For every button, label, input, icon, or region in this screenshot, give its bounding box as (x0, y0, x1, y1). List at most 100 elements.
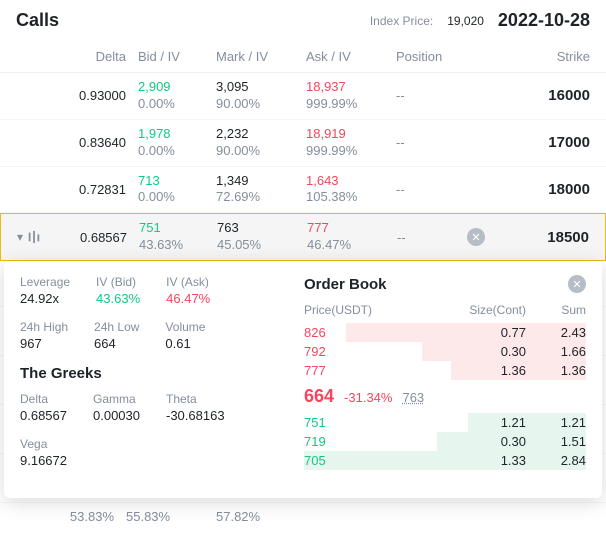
ob-size: 0.30 (384, 344, 526, 359)
col-position[interactable]: Position (396, 49, 466, 64)
ob-sum: 1.66 (526, 344, 586, 359)
chevron-down-icon[interactable]: ▾ (17, 230, 23, 244)
ob-mid-change: -31.34% (344, 390, 392, 405)
ob-sum: 1.51 (526, 434, 586, 449)
row-strike: 17000 (466, 134, 590, 151)
detail-panel: Leverage 24.92x IV (Bid) 43.63% IV (Ask)… (4, 261, 602, 498)
ob-price: 705 (304, 453, 384, 468)
ask-iv: 46.47% (307, 237, 397, 254)
ob-size: 0.77 (384, 325, 526, 340)
order-book: Order Book ✕ Price(USDT) Size(Cont) Sum … (304, 275, 586, 482)
ask-price[interactable]: 1,643 (306, 173, 396, 190)
ob-col-price: Price(USDT) (304, 303, 384, 317)
greek-vega-value: 9.16672 (20, 453, 67, 468)
col-strike[interactable]: Strike (466, 49, 590, 64)
mark-price: 3,095 (216, 79, 306, 96)
ob-sum: 1.21 (526, 415, 586, 430)
ob-col-sum: Sum (526, 303, 586, 317)
option-row[interactable]: 0.836401,9780.00%2,23290.00%18,919999.99… (0, 120, 606, 167)
close-icon[interactable]: ✕ (467, 228, 485, 246)
index-price-label: Index Price: (370, 14, 433, 28)
faded-v3: 57.82% (216, 509, 306, 524)
ask-price[interactable]: 18,919 (306, 126, 396, 143)
ob-sum: 1.36 (526, 363, 586, 378)
mark-price: 1,349 (216, 173, 306, 190)
bid-iv: 0.00% (138, 96, 216, 113)
leverage-value: 24.92x (20, 291, 70, 306)
row-delta: 0.68567 (47, 230, 127, 245)
col-delta[interactable]: Delta (46, 49, 126, 64)
mark-price: 763 (217, 220, 307, 237)
mark-iv: 90.00% (216, 143, 306, 160)
ob-size: 1.21 (384, 415, 526, 430)
mark-iv: 90.00% (216, 96, 306, 113)
low-label: 24h Low (94, 320, 139, 334)
faded-v2: 55.83% (126, 509, 216, 524)
ask-iv: 999.99% (306, 143, 396, 160)
faded-v1: 53.83% (16, 509, 126, 524)
high-label: 24h High (20, 320, 68, 334)
row-delta: 0.72831 (46, 182, 126, 197)
ob-bid-row[interactable]: 7190.301.51 (304, 432, 586, 451)
ob-mid-price: 664 (304, 386, 334, 407)
option-row[interactable]: 0.728317130.00%1,34972.69%1,643105.38%--… (0, 167, 606, 214)
close-icon[interactable]: ✕ (568, 275, 586, 293)
ob-bid-row[interactable]: 7051.332.84 (304, 451, 586, 470)
greek-delta-value: 0.68567 (20, 408, 67, 423)
iv-ask-label: IV (Ask) (166, 275, 210, 289)
chart-icon[interactable] (27, 230, 41, 244)
row-position: -- (396, 182, 466, 197)
bid-price[interactable]: 751 (139, 220, 217, 237)
bid-iv: 0.00% (138, 189, 216, 206)
row-strike: 18500 (485, 229, 589, 246)
ob-price: 719 (304, 434, 384, 449)
ask-price[interactable]: 777 (307, 220, 397, 237)
bid-iv: 0.00% (138, 143, 216, 160)
greek-delta-label: Delta (20, 392, 67, 406)
vol-label: Volume (165, 320, 205, 334)
greek-theta-label: Theta (166, 392, 225, 406)
option-row[interactable]: 0.930002,9090.00%3,09590.00%18,937999.99… (0, 73, 606, 120)
mark-iv: 72.69% (216, 189, 306, 206)
iv-bid-label: IV (Bid) (96, 275, 140, 289)
row-position: -- (396, 88, 466, 103)
col-ask[interactable]: Ask / IV (306, 49, 396, 64)
bid-price[interactable]: 1,978 (138, 126, 216, 143)
ob-mid-mark[interactable]: 763 (402, 390, 424, 405)
col-mark[interactable]: Mark / IV (216, 49, 306, 64)
ob-ask-row[interactable]: 7771.361.36 (304, 361, 586, 380)
low-value: 664 (94, 336, 139, 351)
ob-col-size: Size(Cont) (384, 303, 526, 317)
calls-header: Calls Index Price: 19,020 2022-10-28 (0, 0, 606, 41)
ob-ask-row[interactable]: 8260.772.43 (304, 323, 586, 342)
greek-vega-label: Vega (20, 437, 67, 451)
expiry-date[interactable]: 2022-10-28 (498, 10, 590, 31)
greek-gamma-label: Gamma (93, 392, 140, 406)
bid-price[interactable]: 713 (138, 173, 216, 190)
detail-left: Leverage 24.92x IV (Bid) 43.63% IV (Ask)… (20, 275, 290, 482)
ob-bid-row[interactable]: 7511.211.21 (304, 413, 586, 432)
option-row[interactable]: ▾0.6856775143.63%76345.05%77746.47%--✕18… (0, 213, 606, 261)
ask-price[interactable]: 18,937 (306, 79, 396, 96)
high-value: 967 (20, 336, 68, 351)
bid-price[interactable]: 2,909 (138, 79, 216, 96)
header-title: Calls (16, 10, 356, 31)
row-strike: 16000 (466, 87, 590, 104)
columns-header: Delta Bid / IV Mark / IV Ask / IV Positi… (0, 41, 606, 73)
ob-sum: 2.43 (526, 325, 586, 340)
faded-row: 53.83% 55.83% 57.82% (0, 503, 606, 530)
ob-price: 751 (304, 415, 384, 430)
iv-ask-value: 46.47% (166, 291, 210, 306)
row-position: -- (397, 230, 467, 245)
greeks-title: The Greeks (20, 365, 290, 382)
ob-sum: 2.84 (526, 453, 586, 468)
ob-price: 777 (304, 363, 384, 378)
mark-iv: 45.05% (217, 237, 307, 254)
ob-ask-row[interactable]: 7920.301.66 (304, 342, 586, 361)
row-strike: 18000 (466, 181, 590, 198)
ob-size: 1.33 (384, 453, 526, 468)
row-delta: 0.93000 (46, 88, 126, 103)
ob-price: 826 (304, 325, 384, 340)
col-bid[interactable]: Bid / IV (126, 49, 216, 64)
order-book-title: Order Book (304, 276, 568, 293)
